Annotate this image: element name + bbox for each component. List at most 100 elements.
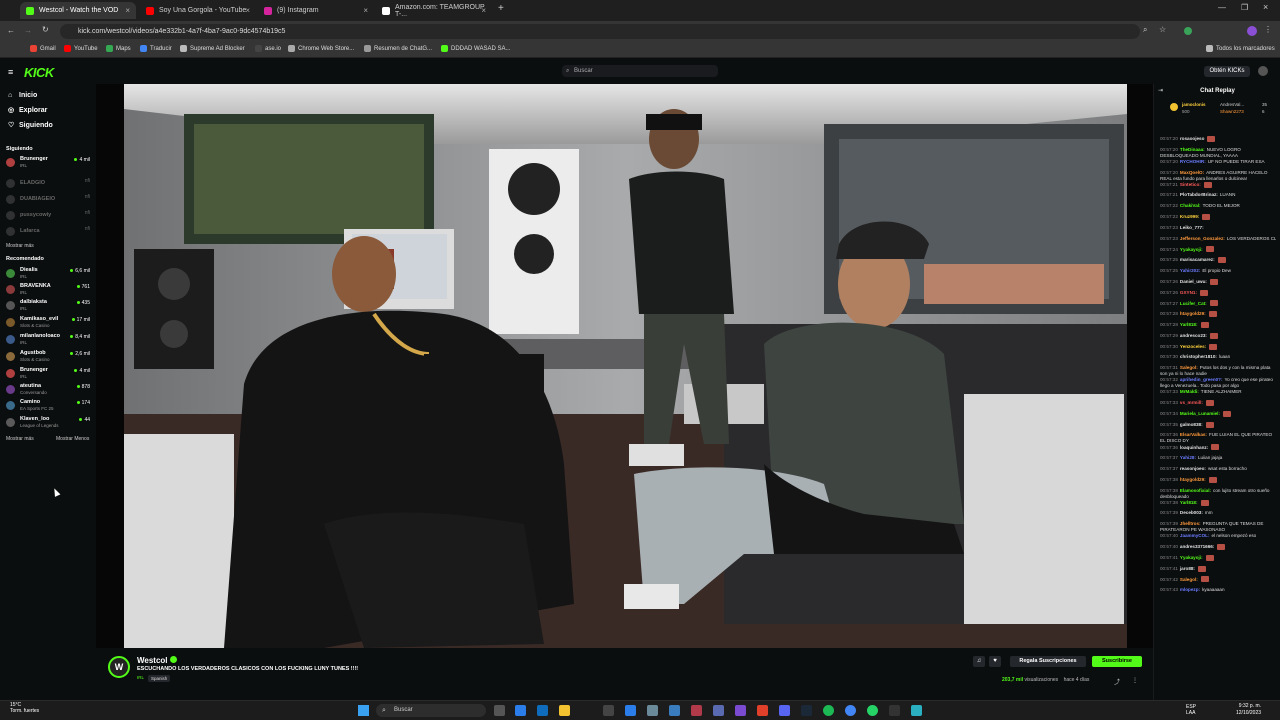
chat-message[interactable]: 00:57:26 Daniel_uwu: [1160,278,1276,285]
top-gifter-name[interactable]: Shawn2273 [1220,109,1244,114]
chat-message[interactable]: 00:57:25 Yahir202: El propio Dew [1160,268,1276,274]
whatsapp-icon[interactable] [867,705,878,716]
sidebar-channel[interactable]: BRAVENKA IRL 761 [6,283,92,297]
show-more-recommended[interactable]: Mostrar más [6,436,34,442]
chat-username[interactable]: MrMaldi: [1180,389,1199,394]
chat-message[interactable]: 00:57:36 loaquinhanz: [1160,444,1276,451]
chat-message[interactable]: 00:57:26 GXYN1: [1160,289,1276,296]
sidebar-channel[interactable]: pussycowiy nfi [6,209,92,223]
sidebar-channel[interactable]: ELADGIO nfi [6,177,92,191]
chat-username[interactable]: vs_mrmill: [1180,400,1203,405]
top-gifter-name[interactable]: jamoclonis [1182,102,1206,107]
mail-icon[interactable] [625,705,636,716]
video-frame[interactable] [124,84,1127,648]
show-more-following[interactable]: Mostrar más [6,243,34,249]
app-icon[interactable] [647,705,658,716]
sidebar-channel[interactable]: Klaven_loo League of Legends 44 [6,416,92,430]
chat-username[interactable]: TheDinaaa: [1180,147,1205,152]
browser-tab[interactable]: Westcol - Watch the VOD × [20,2,136,19]
file-explorer-icon[interactable] [559,705,570,716]
search-input[interactable]: ⌕ Buscar [562,65,718,77]
nav-explore[interactable]: ◎ Explorar [8,107,47,115]
chat-username[interactable]: RYCHOHIR: [1180,159,1206,164]
chat-message[interactable]: 00:57:25 marisacamarez: [1160,257,1276,264]
chat-username[interactable]: Yarl818: [1180,500,1198,505]
chat-username[interactable]: PloTabdorBrinaz: [1180,192,1218,197]
chat-message[interactable]: 00:57:30 Yenzoceles: [1160,343,1276,350]
nav-following[interactable]: ♡ Siguiendo [8,122,53,130]
chat-username[interactable]: MaxQoelO: [1180,170,1204,175]
chat-message[interactable]: 00:57:22 ChakiVal: TODO EL MEJOR [1160,203,1276,209]
url-field[interactable]: kick.com/westcol/videos/a4e332b1-4a7f-4b… [60,24,1140,39]
chat-username[interactable]: Yyakayoji: [1180,555,1203,560]
new-tab-icon[interactable]: + [498,3,504,14]
chat-username[interactable]: Salegol: [1180,577,1198,582]
chat-username[interactable]: Mariela_Lunamiel: [1180,411,1220,416]
bookmark-item[interactable]: ase.io [255,45,281,52]
channel-name[interactable]: Westcol [137,656,168,665]
sidebar-channel[interactable]: milanlanoloaco IRL 8,4 mil [6,333,92,347]
chrome-icon[interactable] [845,705,856,716]
follow-heart-icon[interactable]: ♥ [989,656,1001,667]
language-indicator[interactable]: ESP LAA [1186,704,1196,716]
maximize-icon[interactable]: ❐ [1241,3,1248,12]
bookmark-item[interactable]: Resumen de ChatG... [364,45,432,52]
app-icon[interactable] [889,705,900,716]
share-icon[interactable]: ⤴ [1114,677,1120,686]
bookmark-item[interactable]: DDDAD WASAD SA... [441,45,510,52]
chat-message[interactable]: 00:57:22 Kruz999: [1160,214,1276,220]
chat-username[interactable]: Sintetico: [1180,182,1201,187]
chat-message[interactable]: 00:57:29 andresco23: [1160,332,1276,339]
chat-message[interactable]: 00:57:36 ElsarValkas: FUE LUIAN EL QUE PIR… [1160,432,1276,444]
chat-username[interactable]: marisacamarez: [1180,257,1215,262]
app-icon[interactable] [757,705,768,716]
user-avatar[interactable] [1258,66,1268,76]
chat-username[interactable]: Yarl818: [1180,322,1198,327]
chat-username[interactable]: loaquinhanz: [1180,445,1208,450]
close-window-icon[interactable]: × [1263,2,1268,12]
language-tag[interactable]: Spanish [148,675,171,682]
chat-username[interactable]: Deceb003: [1180,510,1203,515]
sidebar-channel[interactable]: ateutina Conversando 878 [6,383,92,397]
taskbar-search[interactable]: ⌕ Buscar [376,704,486,717]
chat-message[interactable]: 00:57:33 MrMaldi: TIENE ALZHAIMER [1160,389,1276,395]
minimize-icon[interactable]: — [1218,3,1226,12]
sidebar-channel[interactable]: Brunenger IRL 4 mil [6,367,92,381]
steam-icon[interactable] [801,705,812,716]
chat-message[interactable]: 00:57:31 Salegol: Putos los dos y con la m… [1160,365,1276,377]
task-view-icon[interactable] [494,705,505,716]
chat-username[interactable]: Elamosofixial: [1180,488,1211,493]
bookmark-item[interactable]: Supreme Ad Blocker [180,45,245,52]
back-icon[interactable]: ← [7,26,15,35]
all-bookmarks[interactable]: Todos los marcadores [1206,45,1275,52]
chat-message[interactable]: 00:57:38 htaygold29: [1160,476,1276,483]
chat-username[interactable]: JaammyCOL: [1180,533,1210,538]
chat-message[interactable]: 00:57:20 RYCHOHIR: UF NO PUEDE TIRAR ESA [1160,159,1276,165]
chat-username[interactable]: andresco23: [1180,333,1207,338]
spotify-icon[interactable] [823,705,834,716]
subscribe-button[interactable]: Suscribirse [1092,656,1142,667]
discord-icon[interactable] [779,705,790,716]
chat-message[interactable]: 00:57:23 Leiko_777: [1160,225,1276,231]
chat-message[interactable]: 00:57:41 jaro88: [1160,565,1276,572]
bookmark-star-icon[interactable]: ☆ [1159,25,1166,34]
bookmark-item[interactable]: Chrome Web Store... [288,45,354,52]
close-icon[interactable]: × [481,6,486,15]
zoom-icon[interactable]: ⌕ [1143,25,1147,35]
chat-username[interactable]: Yyakayoji: [1180,247,1203,252]
chat-username[interactable]: Kruz999: [1180,214,1199,219]
chat-message[interactable]: 00:57:39 Jhelltros: PREGUNTA QUE TEMAS DE … [1160,521,1276,533]
browser-tab[interactable]: Soy Una Gorgola - YouTube × [140,2,256,19]
profile-avatar[interactable] [1247,26,1257,36]
sidebar-channel[interactable]: Diealis IRL 6,6 mil [6,267,92,281]
sidebar-channel[interactable]: DUABIAGEIO nfi [6,193,92,207]
chat-username[interactable]: rosaoojeso [1180,136,1205,141]
chat-username[interactable]: Yahir202: [1180,268,1200,273]
store-icon[interactable] [603,705,614,716]
menu-icon[interactable]: ≡ [8,67,13,77]
chat-message[interactable]: 00:57:42 Salegol: [1160,576,1276,583]
sidebar-channel[interactable]: Kamikaso_evil Slots & Casino 17 mil [6,316,92,330]
sidebar-channel[interactable]: Lafarca nfi [6,225,92,239]
weather-widget[interactable]: 15°C Torm. fuertes [10,702,39,714]
bookmark-item[interactable]: Gmail [30,45,56,52]
